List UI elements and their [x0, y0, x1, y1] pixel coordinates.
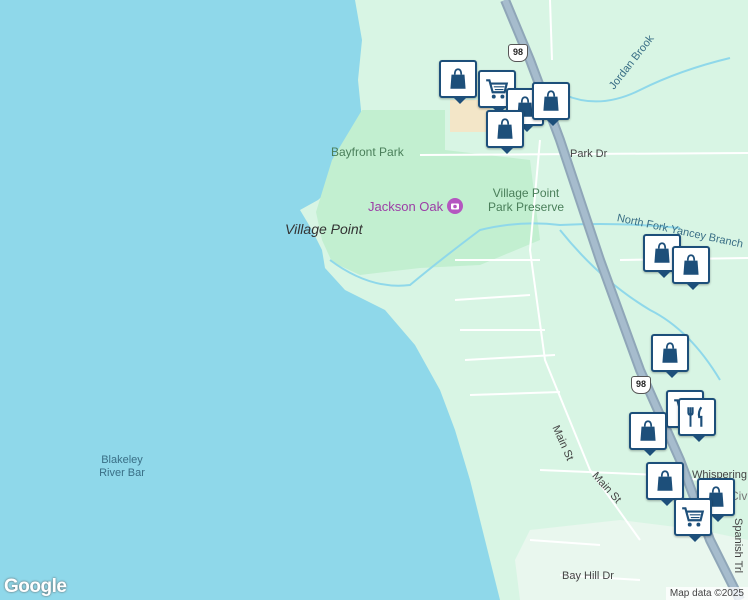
map-marker-shopping[interactable] [439, 60, 477, 104]
map-attribution[interactable]: Map data ©2025 [665, 587, 748, 600]
jackson-oak-text: Jackson Oak [368, 198, 444, 214]
map-canvas[interactable] [0, 0, 748, 600]
label-bay-hill-dr: Bay Hill Dr [562, 570, 614, 582]
label-blakeley-river-bar: Blakeley River Bar [92, 454, 152, 480]
map-marker-shopping[interactable] [532, 82, 570, 126]
google-logo: Google [4, 576, 67, 597]
shopping-bag-icon [657, 340, 683, 366]
map-marker-shopping[interactable] [629, 412, 667, 456]
highway-98-shield: 98 [631, 376, 651, 394]
map-marker-grocery[interactable] [674, 498, 712, 542]
label-jackson-oak[interactable]: Jackson Oak [368, 198, 464, 214]
shopping-bag-icon [538, 88, 564, 114]
shopping-bag-icon [652, 468, 678, 494]
map-marker-shopping[interactable] [651, 334, 689, 378]
preserve-text: Village Point Park Preserve [487, 186, 565, 214]
camera-icon [447, 198, 464, 214]
label-spanish-trl: Spanish Trl [732, 518, 744, 574]
map-marker-food[interactable] [678, 398, 716, 442]
label-village-point: Village Point [285, 221, 363, 237]
shopping-bag-icon [635, 418, 661, 444]
highway-98-shield: 98 [508, 44, 528, 62]
map-marker-shopping[interactable] [486, 110, 524, 154]
label-village-point-park-preserve: Village Point Park Preserve [483, 186, 569, 214]
shopping-cart-icon [680, 504, 706, 530]
restaurant-icon [684, 404, 710, 430]
shopping-bag-icon [678, 252, 704, 278]
label-bayfront-park: Bayfront Park [331, 145, 404, 159]
label-park-dr: Park Dr [570, 148, 608, 160]
shopping-bag-icon [445, 66, 471, 92]
map-marker-shopping[interactable] [672, 246, 710, 290]
map-marker-shopping[interactable] [646, 462, 684, 506]
blakeley-text: Blakeley River Bar [99, 454, 145, 479]
shopping-bag-icon [492, 116, 518, 142]
